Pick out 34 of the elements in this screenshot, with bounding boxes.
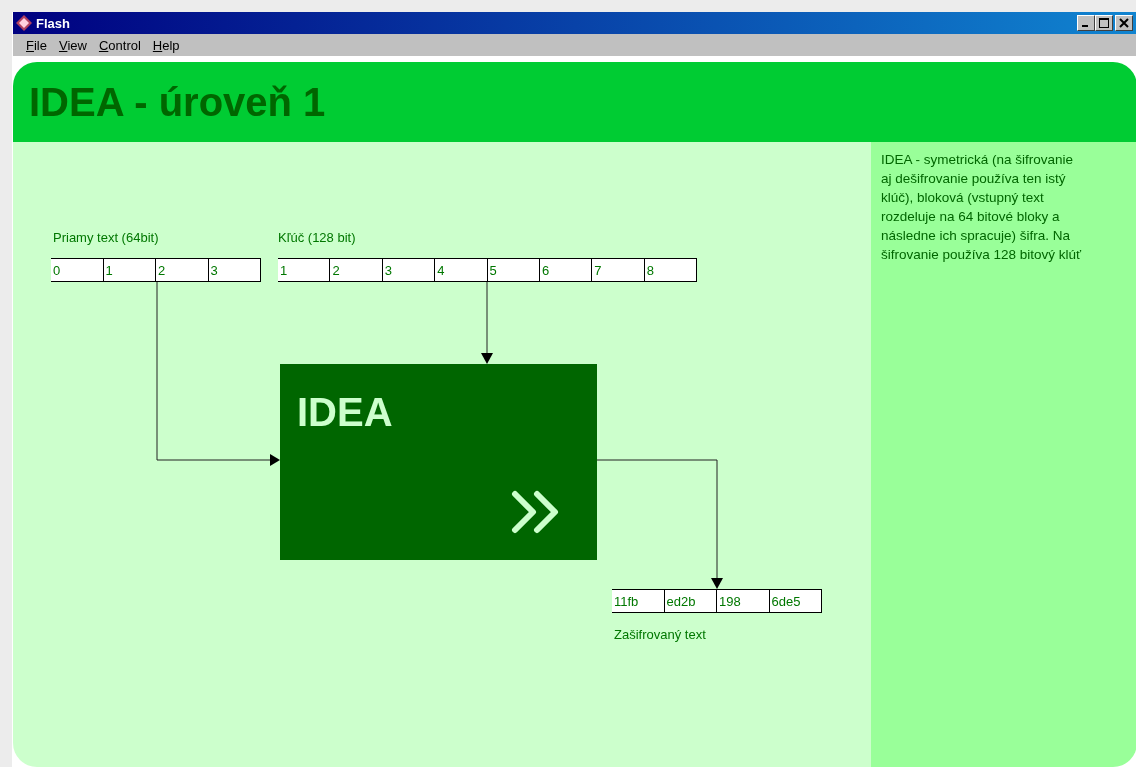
menu-item[interactable]: Help	[147, 37, 185, 53]
menu-item[interactable]: File	[21, 37, 52, 53]
maximize-icon	[1097, 17, 1111, 29]
field-label: Kľúč (128 bit)	[278, 230, 356, 245]
table-cell: 3	[208, 258, 261, 282]
table-cell: 1	[103, 258, 156, 282]
field-label: Priamy text (64bit)	[53, 230, 159, 245]
menu-item[interactable]: Control	[93, 37, 146, 53]
table-cell: 6de5	[769, 589, 822, 613]
menu-item[interactable]: View	[53, 37, 92, 53]
table-cell: 7	[592, 258, 645, 282]
app-icon	[16, 15, 32, 31]
close-button[interactable]	[1115, 15, 1133, 31]
table-cell: 5	[487, 258, 540, 282]
table-cell: ed2b	[664, 589, 717, 613]
table-cell: 11fb	[612, 589, 665, 613]
table-cell: 1	[278, 258, 331, 282]
table-cell: 2	[156, 258, 209, 282]
block-title: IDEA	[297, 390, 393, 434]
page-title: IDEA - úroveň 1	[29, 79, 326, 125]
table-cell: 198	[717, 589, 770, 613]
table-cell: 8	[644, 258, 698, 282]
minimize-icon	[1082, 25, 1088, 27]
window-title: Flash	[36, 15, 71, 31]
table-cell: 6	[539, 258, 593, 282]
table-cell: 3	[382, 258, 436, 282]
table-cell: 0	[51, 258, 104, 282]
description-text: IDEA - symetrická (na šifrovanie aj dešifrovanie používa ten istý klúč), bloková (vstupný text rozdeluje na 64 bitové bloky a následne ich spracuje) šifra. Na šifrovanie používa 128 bitový klúť	[881, 151, 1083, 264]
table-cell: 2	[330, 258, 383, 282]
minimize-button[interactable]	[1077, 15, 1095, 31]
table-cell: 4	[435, 258, 488, 282]
field-label: Zašifrovaný text	[614, 627, 706, 642]
maximize-button[interactable]	[1095, 15, 1113, 31]
close-icon	[1117, 17, 1131, 29]
